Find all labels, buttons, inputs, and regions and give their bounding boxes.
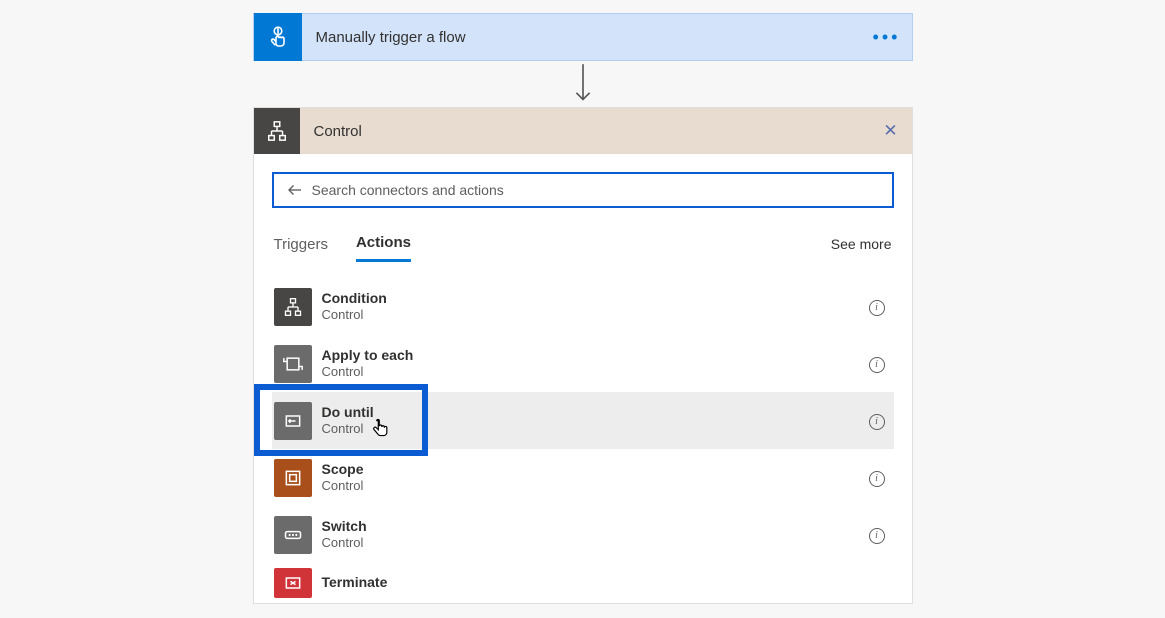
action-apply-to-each[interactable]: Apply to each Control i	[272, 335, 894, 392]
action-connector: Control	[322, 478, 862, 494]
connector-arrow-icon	[253, 61, 913, 107]
panel-title: Control	[300, 123, 870, 140]
trigger-title: Manually trigger a flow	[302, 29, 862, 46]
tab-triggers[interactable]: Triggers	[274, 228, 328, 261]
info-icon[interactable]: i	[862, 411, 892, 430]
trigger-menu-button[interactable]: •••	[862, 27, 912, 48]
action-name: Switch	[322, 518, 862, 536]
action-terminate[interactable]: Terminate	[272, 563, 894, 603]
back-arrow-icon[interactable]	[284, 181, 306, 199]
action-do-until[interactable]: Do until Control i	[272, 392, 894, 449]
search-box[interactable]	[272, 172, 894, 208]
action-connector: Control	[322, 307, 862, 323]
cursor-pointer-icon	[372, 418, 390, 440]
do-until-icon	[274, 402, 312, 440]
action-name: Apply to each	[322, 347, 862, 365]
scope-icon	[274, 459, 312, 497]
info-icon[interactable]: i	[862, 297, 892, 316]
close-icon[interactable]: ✕	[870, 121, 912, 141]
control-connector-icon	[254, 108, 300, 154]
action-scope[interactable]: Scope Control i	[272, 449, 894, 506]
trigger-tap-icon	[254, 13, 302, 61]
action-name: Condition	[322, 290, 862, 308]
apply-to-each-icon	[274, 345, 312, 383]
action-connector: Control	[322, 421, 862, 437]
switch-icon	[274, 516, 312, 554]
trigger-card[interactable]: Manually trigger a flow •••	[253, 13, 913, 61]
see-more-link[interactable]: See more	[831, 236, 892, 252]
condition-icon	[274, 288, 312, 326]
terminate-icon	[274, 568, 312, 598]
tabs: Triggers Actions See more	[272, 226, 894, 262]
search-input[interactable]	[306, 182, 882, 198]
action-connector: Control	[322, 364, 862, 380]
info-icon[interactable]: i	[862, 525, 892, 544]
action-name: Terminate	[322, 574, 892, 592]
action-name: Do until	[322, 404, 862, 422]
action-condition[interactable]: Condition Control i	[272, 278, 894, 335]
info-icon[interactable]: i	[862, 468, 892, 487]
control-panel: Control ✕ Triggers Actions See more	[253, 107, 913, 604]
action-name: Scope	[322, 461, 862, 479]
info-icon[interactable]: i	[862, 354, 892, 373]
action-switch[interactable]: Switch Control i	[272, 506, 894, 563]
action-list: Condition Control i Apply to eac	[272, 278, 894, 603]
panel-header: Control ✕	[254, 108, 912, 154]
action-connector: Control	[322, 535, 862, 551]
tab-actions[interactable]: Actions	[356, 226, 411, 262]
